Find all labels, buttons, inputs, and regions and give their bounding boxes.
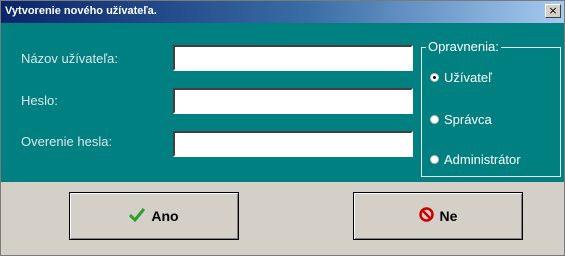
yes-button-label: Ano [151, 208, 179, 224]
username-input[interactable] [173, 45, 413, 71]
username-label: Názov užívateľa: [21, 51, 119, 66]
window-title: Vytvorenie nového užívateľa. [5, 5, 157, 17]
radio-button-manager[interactable] [430, 115, 439, 124]
password-input[interactable] [173, 88, 413, 114]
password-label: Heslo: [21, 93, 58, 108]
permissions-group: Opravnenia: Užívateľ Správca Administrát… [421, 39, 561, 177]
radio-label-manager: Správca [444, 112, 492, 127]
confirm-password-label: Overenie hesla: [21, 134, 113, 149]
form-panel: Názov užívateľa: Heslo: Overenie hesla: … [1, 23, 564, 182]
radio-button-user[interactable] [430, 73, 439, 82]
radio-option-manager[interactable]: Správca [430, 112, 492, 127]
no-button[interactable]: Ne [353, 192, 523, 240]
confirm-password-input[interactable] [173, 131, 413, 157]
dialog-window: Vytvorenie nového užívateľa. × Názov uží… [0, 0, 565, 256]
radio-label-administrator: Administrátor [444, 152, 521, 167]
close-button[interactable]: × [545, 4, 561, 18]
radio-button-administrator[interactable] [430, 155, 439, 164]
title-bar[interactable]: Vytvorenie nového užívateľa. × [1, 1, 564, 23]
radio-label-user: Užívateľ [444, 70, 492, 85]
checkmark-icon [129, 207, 146, 225]
radio-option-administrator[interactable]: Administrátor [430, 152, 521, 167]
no-button-label: Ne [439, 208, 458, 224]
permissions-title: Opravnenia: [426, 39, 501, 54]
close-icon: × [548, 4, 558, 17]
prohibited-icon [418, 207, 434, 225]
yes-button[interactable]: Ano [69, 192, 239, 240]
radio-option-user[interactable]: Užívateľ [430, 70, 492, 85]
